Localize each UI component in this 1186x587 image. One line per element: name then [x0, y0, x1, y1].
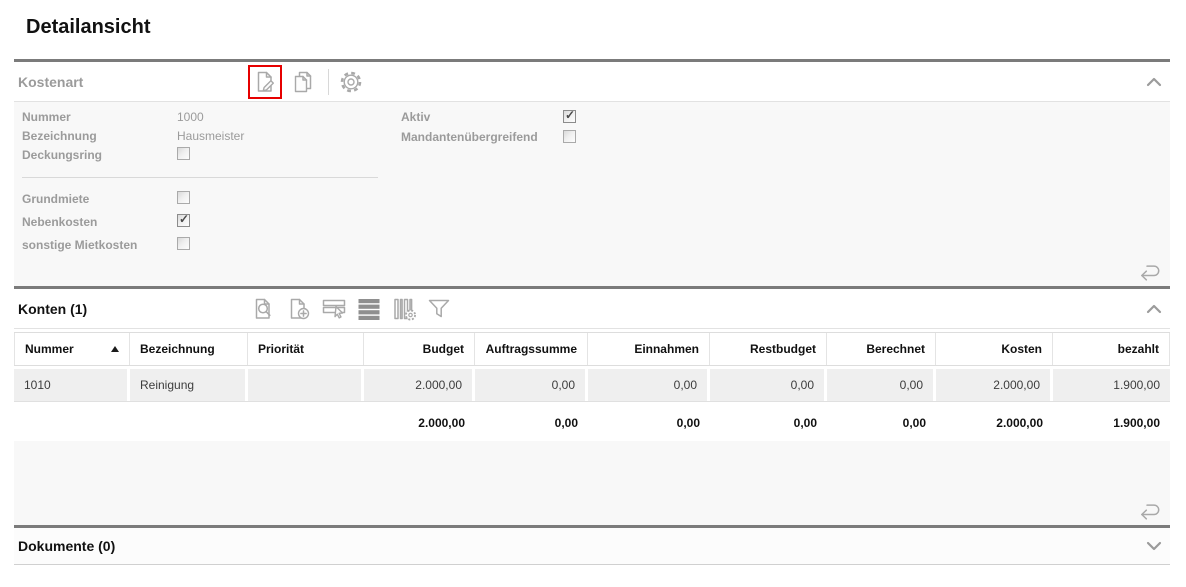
column-header-berechnet[interactable]: Berechnet [827, 333, 936, 365]
dokumente-expand-button[interactable] [1146, 541, 1162, 552]
total-bezeichnung [130, 406, 248, 439]
edit-document-icon [252, 69, 278, 95]
bezeichnung-label: Bezeichnung [22, 129, 97, 143]
kostenart-toolbar [248, 62, 370, 101]
column-header-bezahlt[interactable]: bezahlt [1053, 333, 1170, 365]
filter-button[interactable] [423, 293, 455, 325]
list-rows-icon [356, 296, 382, 322]
total-budget: 2.000,00 [364, 406, 475, 439]
table-totals-row: 2.000,00 0,00 0,00 0,00 0,00 2.000,00 1.… [14, 406, 1170, 439]
return-arrow-icon [1136, 261, 1164, 283]
total-berechnet: 0,00 [827, 406, 936, 439]
konten-table: Nummer Bezeichnung Priorität Budget Auft… [14, 332, 1170, 439]
nummer-label: Nummer [22, 110, 71, 124]
aktiv-label: Aktiv [401, 110, 430, 124]
column-header-restbudget[interactable]: Restbudget [710, 333, 827, 365]
filter-icon [426, 296, 452, 322]
dokumente-section-header: Dokumente (0) [14, 528, 1170, 565]
grundmiete-checkbox[interactable] [177, 191, 190, 204]
deckungsring-label: Deckungsring [22, 148, 102, 162]
cell-budget: 2.000,00 [364, 369, 475, 401]
return-arrow-icon [1136, 500, 1164, 522]
edit-document-button[interactable] [248, 65, 282, 99]
form-group-divider [22, 177, 378, 178]
cell-einnahmen: 0,00 [588, 369, 710, 401]
cell-auftragssumme: 0,00 [475, 369, 588, 401]
total-prioritaet [248, 406, 364, 439]
cell-prioritaet [248, 369, 364, 401]
sonstige-mietkosten-label: sonstige Mietkosten [22, 238, 137, 252]
select-rows-icon [320, 296, 348, 322]
column-settings-button[interactable] [388, 293, 420, 325]
nebenkosten-label: Nebenkosten [22, 215, 97, 229]
kostenart-section-title: Kostenart [18, 74, 83, 90]
toolbar-separator [328, 69, 329, 95]
column-header-kosten[interactable]: Kosten [936, 333, 1053, 365]
total-auftragssumme: 0,00 [475, 406, 588, 439]
mandantenuebergreifend-label: Mandantenübergreifend [401, 130, 538, 144]
add-document-icon [286, 296, 312, 322]
column-header-einnahmen[interactable]: Einnahmen [588, 333, 710, 365]
select-rows-button[interactable] [318, 293, 350, 325]
konten-section-title: Konten (1) [18, 301, 87, 317]
konten-section-header: Konten (1) [14, 289, 1170, 329]
cell-nummer: 1010 [14, 369, 130, 401]
cell-bezahlt: 1.900,00 [1053, 369, 1170, 401]
column-settings-icon [391, 296, 418, 322]
nebenkosten-checkbox[interactable] [177, 214, 190, 227]
column-header-prioritaet[interactable]: Priorität [248, 333, 364, 365]
cell-bezeichnung: Reinigung [130, 369, 248, 401]
sonstige-mietkosten-checkbox[interactable] [177, 237, 190, 250]
table-row[interactable]: 1010 Reinigung 2.000,00 0,00 0,00 0,00 0… [14, 369, 1170, 402]
chevron-down-icon [1146, 541, 1162, 552]
total-einnahmen: 0,00 [588, 406, 710, 439]
dokumente-section-title: Dokumente (0) [18, 538, 115, 554]
kostenart-form: Nummer 1000 Bezeichnung Hausmeister Deck… [14, 102, 1170, 286]
total-bezahlt: 1.900,00 [1053, 406, 1170, 439]
nummer-value: 1000 [177, 110, 204, 124]
cell-kosten: 2.000,00 [936, 369, 1053, 401]
deckungsring-checkbox[interactable] [177, 147, 190, 160]
cell-berechnet: 0,00 [827, 369, 936, 401]
konten-reset-button[interactable] [1136, 500, 1164, 522]
settings-gear-button[interactable] [335, 66, 367, 98]
total-kosten: 2.000,00 [936, 406, 1053, 439]
settings-gear-icon [338, 69, 364, 95]
preview-document-button[interactable] [248, 293, 280, 325]
column-header-budget[interactable]: Budget [364, 333, 475, 365]
page-title: Detailansicht [26, 16, 1170, 39]
mandantenuebergreifend-checkbox[interactable] [563, 130, 576, 143]
kostenart-collapse-button[interactable] [1146, 76, 1162, 87]
table-header-row: Nummer Bezeichnung Priorität Budget Auft… [14, 332, 1170, 366]
konten-toolbar [248, 289, 458, 328]
cell-restbudget: 0,00 [710, 369, 827, 401]
chevron-up-icon [1146, 76, 1162, 87]
column-header-bezeichnung[interactable]: Bezeichnung [130, 333, 248, 365]
konten-section-footer [14, 441, 1170, 525]
copy-document-icon [290, 69, 316, 95]
page: Detailansicht Kostenart [14, 16, 1170, 565]
kostenart-section-header: Kostenart [14, 62, 1170, 102]
copy-document-button[interactable] [287, 66, 319, 98]
list-rows-button[interactable] [353, 293, 385, 325]
kostenart-reset-button[interactable] [1136, 261, 1164, 283]
column-header-nummer[interactable]: Nummer [14, 333, 130, 365]
total-nummer [14, 406, 130, 439]
grundmiete-label: Grundmiete [22, 192, 89, 206]
sort-ascending-icon [111, 346, 119, 352]
column-header-auftragssumme[interactable]: Auftragssumme [475, 333, 588, 365]
konten-collapse-button[interactable] [1146, 303, 1162, 314]
aktiv-checkbox[interactable] [563, 110, 576, 123]
bezeichnung-value: Hausmeister [177, 129, 244, 143]
add-document-button[interactable] [283, 293, 315, 325]
preview-document-icon [251, 296, 277, 322]
total-restbudget: 0,00 [710, 406, 827, 439]
chevron-up-icon [1146, 303, 1162, 314]
